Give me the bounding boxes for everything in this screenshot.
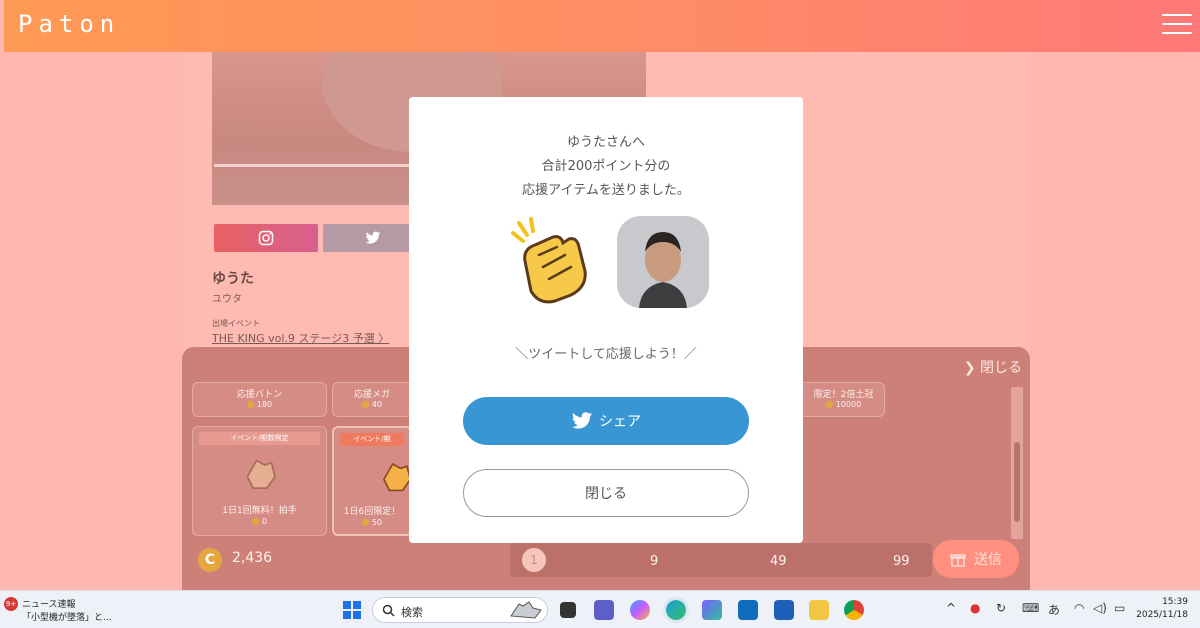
twitter-icon — [571, 412, 593, 429]
gift-item-title: 応援バトン — [236, 390, 283, 400]
task-view-icon[interactable] — [560, 602, 576, 618]
keyboard-icon[interactable]: ⌨ — [1022, 601, 1039, 615]
panel-bottom-bar: C 2,436 1 9 49 99 送信 — [182, 540, 1030, 590]
gift-item-title: 1日1回無料！拍手 — [222, 506, 297, 516]
photo-progress-bar — [214, 164, 414, 167]
quantity-option-selected[interactable]: 1 — [522, 548, 546, 572]
logo[interactable]: Paton — [18, 10, 120, 38]
gift-item-title: 限定！2倍土冠 — [813, 390, 874, 400]
edge-icon[interactable] — [663, 597, 689, 623]
gift-item-price-value: 0 — [261, 517, 268, 526]
instagram-icon — [258, 230, 274, 246]
gift-item-price: 180 — [193, 400, 326, 409]
dialog-message-line3: 応援アイテムを送りました。 — [522, 183, 690, 198]
clock-date: 2025/11/18 — [1136, 610, 1188, 620]
clap-icon — [246, 459, 276, 489]
news-title: ニュース速報 — [22, 600, 76, 610]
twitter-button[interactable] — [323, 224, 423, 252]
coin-icon — [251, 518, 259, 525]
close-button[interactable]: 閉じる — [463, 469, 749, 517]
header-bar: Paton — [4, 0, 1200, 52]
gift-item-price: 40 — [333, 400, 411, 409]
gift-item-title: 応援メガ — [353, 390, 390, 400]
gift-item[interactable]: 応援メガ 40 — [332, 382, 412, 417]
gift-item-tag: イベント/期数限定 — [199, 432, 320, 445]
sync-icon[interactable]: ↻ — [996, 601, 1006, 615]
coin-icon: C — [198, 548, 222, 572]
quantity-option[interactable]: 49 — [770, 554, 787, 569]
dialog-message-line1: ゆうたさんへ — [566, 135, 645, 150]
notification-icon[interactable]: ● — [970, 601, 980, 615]
windows-start-icon[interactable] — [343, 601, 361, 619]
teams-icon[interactable] — [594, 600, 614, 620]
file-explorer-icon[interactable] — [809, 600, 829, 620]
gift-item-title: 1日6回限定！ — [343, 507, 401, 517]
share-label: シェア — [599, 414, 641, 430]
outlook-icon[interactable] — [738, 600, 758, 620]
news-badge: 9+ — [4, 597, 18, 611]
gift-item[interactable]: イベント/期数限定 1日1回無料！拍手 0 — [192, 426, 327, 536]
taskbar: 9+ ニュース速報 「小型機が墜落」と... 検索 ^ ● ↻ ⌨ あ ◠ ◁)… — [0, 590, 1200, 628]
tweet-call-text: ＼ツイートして応援しよう！／ — [515, 347, 697, 362]
share-button[interactable]: シェア — [463, 397, 749, 445]
profile-kana: ユウタ — [212, 294, 242, 305]
menu-icon[interactable] — [1162, 14, 1192, 34]
panel-close-button[interactable]: ❯ 閉じる — [964, 357, 1022, 377]
gift-item-tag: イベント/期 — [340, 433, 404, 446]
event-link[interactable]: THE KING vol.9 ステージ3 予選 〉 — [212, 330, 389, 346]
quantity-option[interactable]: 99 — [893, 554, 910, 569]
coin-icon — [825, 401, 833, 408]
chevron-up-icon[interactable]: ^ — [946, 601, 956, 615]
gift-icon — [950, 554, 966, 567]
coin-icon — [361, 401, 369, 408]
search-highlight-icon — [510, 601, 542, 619]
gift-item-price: 50 — [334, 518, 410, 527]
coin-balance: 2,436 — [232, 550, 273, 566]
gift-item-selected[interactable]: イベント/期 1日6回限定！ 50 — [332, 426, 412, 536]
taskbar-search[interactable]: 検索 — [372, 597, 548, 623]
send-label: 送信 — [974, 552, 1002, 568]
instagram-button[interactable] — [214, 224, 318, 252]
store-app-icon[interactable] — [702, 600, 722, 620]
battery-icon[interactable]: ▭ — [1114, 601, 1125, 615]
event-label: 出場イベント — [212, 319, 260, 328]
search-icon — [382, 604, 395, 617]
send-button[interactable]: 送信 — [933, 540, 1019, 578]
news-subtitle: 「小型機が墜落」と... — [22, 613, 112, 623]
coin-icon — [246, 401, 254, 408]
gift-item-price-value: 10000 — [835, 400, 862, 409]
clap-icon — [511, 217, 587, 304]
user-avatar — [617, 216, 709, 308]
clock-time: 15:39 — [1162, 597, 1188, 607]
ime-indicator[interactable]: あ — [1048, 601, 1060, 618]
gift-item-price-value: 50 — [371, 518, 383, 527]
gift-item-price-value: 40 — [371, 400, 383, 409]
coin-icon — [361, 519, 369, 526]
quantity-option[interactable]: 9 — [650, 554, 658, 569]
panel-scrollbar[interactable] — [1011, 387, 1023, 539]
quantity-slider[interactable]: 1 9 49 99 — [510, 543, 932, 577]
dialog-message-line2: 合計200ポイント分の — [541, 159, 671, 174]
system-clock[interactable]: 15:39 2025/11/18 — [1136, 596, 1188, 622]
gift-item-price: 10000 — [803, 400, 884, 409]
app-window: ゆうた ユウタ 出場イベント THE KING vol.9 ステージ3 予選 〉… — [0, 0, 1200, 590]
microsoft-store-icon[interactable] — [774, 600, 794, 620]
gift-item[interactable]: 応援バトン 180 — [192, 382, 327, 417]
volume-icon[interactable]: ◁) — [1093, 601, 1107, 615]
scrollbar-thumb[interactable] — [1014, 442, 1020, 522]
wifi-icon[interactable]: ◠ — [1074, 601, 1084, 615]
search-placeholder: 検索 — [401, 606, 423, 619]
chrome-icon[interactable] — [844, 600, 864, 620]
twitter-icon — [365, 231, 381, 244]
gift-item-price-value: 180 — [256, 400, 273, 409]
avatar-image — [617, 216, 709, 308]
gift-sent-dialog: ゆうたさんへ 合計200ポイント分の 応援アイテムを送りました。 ＼ツイートして… — [409, 97, 803, 543]
profile-name: ゆうた — [212, 271, 254, 287]
gift-item[interactable]: 限定！2倍土冠 10000 — [803, 382, 885, 417]
copilot-icon[interactable] — [630, 600, 650, 620]
gift-item-price: 0 — [193, 517, 326, 526]
